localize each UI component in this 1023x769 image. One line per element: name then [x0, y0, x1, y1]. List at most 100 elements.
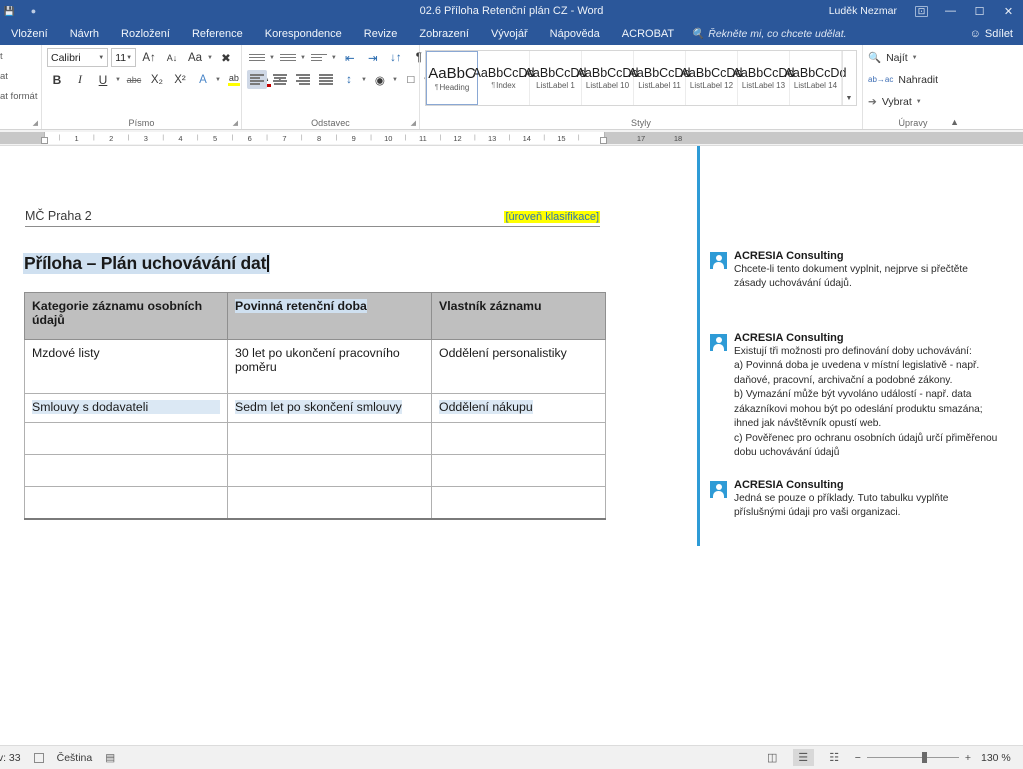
tab-acrobat[interactable]: ACROBAT [611, 22, 685, 45]
horizontal-ruler[interactable]: 1 | 2 | 3 | 4 | 5 | 6 | 7 | 8 | 9 | 10 | 11 | 12 | 13 | 14 | 15 | | 17… [0, 130, 1023, 146]
table-cell[interactable]: Mzdové listy [24, 339, 228, 394]
font-name-combo[interactable]: Calibri ▼ [47, 48, 109, 67]
table-cell[interactable] [24, 422, 228, 455]
web-layout-icon[interactable]: ☷ [824, 749, 845, 766]
table-cell[interactable]: Oddělení nákupu [431, 393, 606, 423]
bullets-icon[interactable] [247, 48, 267, 67]
chevron-down-icon[interactable]: ▼ [207, 55, 213, 61]
text-effects-icon[interactable]: A [193, 70, 213, 89]
comment-item[interactable]: ACRESIA Consulting Jedná se pouze o přík… [710, 479, 1010, 521]
underline-icon[interactable]: U [93, 70, 113, 89]
tab-napoveda[interactable]: Nápověda [539, 22, 611, 45]
print-layout-icon[interactable]: ☰ [792, 749, 814, 766]
bold-icon[interactable]: B [47, 70, 67, 89]
zoom-level-label[interactable]: 130 % [981, 752, 1015, 764]
tab-rozlozeni[interactable]: Rozložení [110, 22, 181, 45]
table-cell[interactable] [24, 486, 228, 520]
table-cell[interactable] [431, 454, 606, 487]
table-cell[interactable] [431, 422, 606, 455]
document-header[interactable]: MČ Praha 2 [úroveň klasifikace] [25, 209, 600, 227]
table-cell[interactable]: Oddělení personalistiky [431, 339, 606, 394]
clipboard-item-format-painter[interactable]: at formát [0, 88, 38, 105]
undo-icon[interactable]: ● [26, 4, 41, 19]
font-dialog-launcher[interactable]: ◢ [233, 119, 238, 127]
tab-vlozeni[interactable]: Vložení [0, 22, 59, 45]
accessibility-icon[interactable]: ▤ [105, 752, 115, 764]
table-cell[interactable] [24, 454, 228, 487]
chevron-down-icon[interactable]: ▼ [392, 77, 398, 83]
chevron-down-icon[interactable]: ▼ [269, 55, 275, 61]
style-item-listlabel-12[interactable]: AaBbCcDd ListLabel 12 [681, 51, 742, 105]
clipboard-item-cut[interactable]: t [0, 48, 36, 65]
strikethrough-icon[interactable]: abc [124, 70, 144, 89]
font-size-combo[interactable]: 11 ▼ [111, 48, 137, 67]
share-button[interactable]: ☺ Sdílet [970, 22, 1023, 45]
tab-reference[interactable]: Reference [181, 22, 254, 45]
retention-plan-table[interactable]: Kategorie záznamu osobních údajů Povinná… [24, 292, 606, 520]
decrease-indent-icon[interactable]: ⇤ [340, 48, 360, 67]
subscript-icon[interactable]: X₂ [147, 70, 167, 89]
comment-item[interactable]: ACRESIA Consulting Existují tři možnosti… [710, 332, 1015, 461]
chevron-down-icon[interactable]: ▼ [331, 55, 337, 61]
document-title[interactable]: Příloha – Plán uchovávání dat [23, 253, 270, 274]
clipboard-dialog-launcher[interactable]: ◢ [33, 119, 38, 127]
replace-button[interactable]: ab→ac Nahradit [868, 70, 958, 89]
zoom-track[interactable] [866, 752, 959, 763]
chevron-down-icon[interactable]: ▼ [300, 55, 306, 61]
document-page[interactable]: MČ Praha 2 [úroveň klasifikace] Příloha … [0, 154, 698, 745]
zoom-out-button[interactable]: − [855, 752, 861, 764]
save-icon[interactable]: 💾 [2, 4, 17, 19]
language-label[interactable]: Čeština [57, 752, 93, 764]
align-right-icon[interactable] [293, 70, 313, 89]
minimize-button[interactable]: — [936, 0, 965, 22]
table-cell[interactable] [431, 486, 606, 520]
table-cell[interactable]: 30 let po ukončení pracovního poměru [227, 339, 432, 394]
style-item-listlabel-11[interactable]: AaBbCcDd ListLabel 11 [629, 51, 690, 105]
table-cell[interactable] [227, 422, 432, 455]
style-item-listlabel-1[interactable]: AaBbCcDd ListLabel 1 [525, 51, 586, 105]
tab-revize[interactable]: Revize [353, 22, 409, 45]
zoom-thumb[interactable] [921, 752, 927, 763]
tab-korespondence[interactable]: Korespondence [254, 22, 353, 45]
table-header-cell-retention[interactable]: Povinná retenční doba [227, 292, 432, 340]
italic-icon[interactable]: I [70, 70, 90, 89]
tab-navrh[interactable]: Návrh [59, 22, 110, 45]
style-item-index[interactable]: AaBbCcDd ¶ Index [473, 51, 534, 105]
table-cell[interactable] [227, 486, 432, 520]
user-account-name[interactable]: Luděk Nezmar [829, 5, 907, 17]
table-cell[interactable] [227, 454, 432, 487]
line-spacing-icon[interactable]: ↕ [339, 70, 359, 89]
sort-icon[interactable]: ↓↑ [386, 48, 406, 67]
table-header-cell-category[interactable]: Kategorie záznamu osobních údajů [24, 292, 228, 340]
superscript-icon[interactable]: X² [170, 70, 190, 89]
increase-indent-icon[interactable]: ⇥ [363, 48, 383, 67]
style-item-listlabel-14[interactable]: AaBbCcDd ListLabel 14 [785, 51, 846, 105]
style-item-heading[interactable]: AaBbC ¶ Heading [426, 51, 478, 105]
read-mode-icon[interactable]: ◫ [762, 749, 783, 766]
styles-gallery-more-button[interactable]: ▼ [842, 51, 855, 105]
word-count-label[interactable]: ov: 33 [0, 752, 21, 764]
select-button[interactable]: ➔ Vybrat ▼ [868, 92, 958, 111]
chevron-down-icon[interactable]: ▼ [215, 77, 221, 83]
shrink-font-icon[interactable]: A↓ [162, 48, 182, 67]
align-left-icon[interactable] [247, 70, 267, 89]
table-cell[interactable]: Sedm let po skončení smlouvy [227, 393, 432, 423]
find-button[interactable]: 🔍 Najít ▼ [868, 48, 958, 67]
justify-icon[interactable] [316, 70, 336, 89]
shading-icon[interactable]: ◉ [370, 70, 390, 89]
multilevel-list-icon[interactable] [309, 48, 329, 67]
chevron-down-icon[interactable]: ▼ [115, 77, 121, 83]
change-case-icon[interactable]: Aa [185, 48, 205, 67]
grow-font-icon[interactable]: A↑ [139, 48, 159, 67]
zoom-in-button[interactable]: + [965, 752, 971, 764]
close-button[interactable]: ✕ [994, 0, 1023, 22]
ribbon-display-options-icon[interactable]: ⊡ [907, 0, 936, 22]
comment-item[interactable]: ACRESIA Consulting Chcete-li tento dokum… [710, 250, 1010, 292]
table-header-cell-owner[interactable]: Vlastník záznamu [431, 292, 606, 340]
proofing-icon[interactable] [33, 752, 44, 763]
left-indent-marker[interactable] [41, 137, 48, 144]
tab-vyvojar[interactable]: Vývojář [480, 22, 539, 45]
tell-me-search[interactable]: 🔍 Řekněte mi, co chcete udělat. [685, 22, 846, 45]
borders-icon[interactable]: □ [401, 70, 421, 89]
highlight-icon[interactable]: ab [224, 70, 244, 89]
